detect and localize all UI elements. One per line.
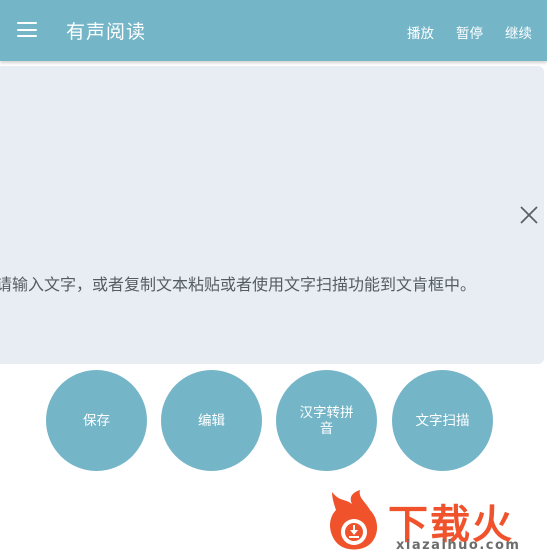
app-bar: 有声阅读 播放 暂停 继续	[0, 0, 547, 61]
save-button-label: 保存	[83, 412, 110, 429]
edit-button-label: 编辑	[198, 412, 225, 429]
flame-logo-icon	[330, 490, 378, 550]
watermark-url: xiazaihuo.com	[396, 538, 521, 553]
save-button[interactable]: 保存	[46, 370, 147, 471]
watermark-logo: 下载火 xiazaihuo.com	[322, 488, 547, 560]
pinyin-button-label: 汉字转拼音	[299, 404, 354, 437]
scan-button[interactable]: 文字扫描	[392, 370, 493, 471]
scan-button-label: 文字扫描	[415, 412, 470, 429]
page-title: 有声阅读	[66, 21, 147, 43]
play-button[interactable]: 播放	[407, 22, 434, 42]
resume-button[interactable]: 继续	[505, 22, 532, 42]
menu-icon[interactable]	[17, 22, 37, 38]
text-input-area[interactable]: 请输入文字，或者复制文本粘贴或者使用文字扫描功能到文肯框中。	[0, 66, 544, 364]
close-icon[interactable]	[518, 204, 540, 226]
pause-button[interactable]: 暂停	[456, 22, 483, 42]
app-root: 有声阅读 播放 暂停 继续 请输入文字，或者复制文本粘贴或者使用文字扫描功能到文…	[0, 0, 547, 560]
pinyin-button[interactable]: 汉字转拼音	[276, 370, 377, 471]
text-input-content[interactable]: 请输入文字，或者复制文本粘贴或者使用文字扫描功能到文肯框中。	[0, 271, 496, 295]
edit-button[interactable]: 编辑	[161, 370, 262, 471]
